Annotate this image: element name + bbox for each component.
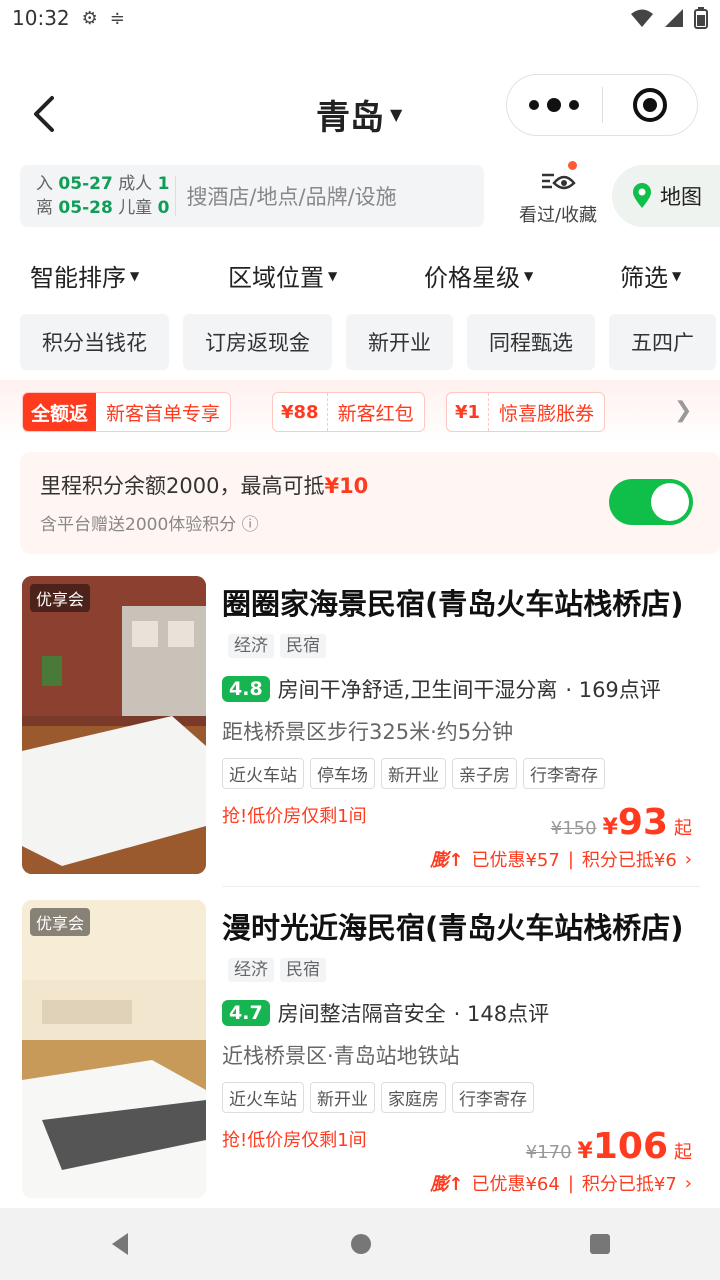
more-button[interactable] — [507, 98, 602, 112]
promo-bar: 全额返 新客首单专享 ¥88 新客红包 ¥1 惊喜膨胀券 ❯ — [0, 380, 720, 442]
promo-full-refund[interactable]: 全额返 新客首单专享 — [22, 392, 232, 432]
caret-down-icon: ▼ — [672, 268, 682, 283]
chip-points[interactable]: 积分当钱花 — [20, 314, 169, 370]
hotel-card[interactable]: 优享会 漫时光近海民宿(青岛火车站栈桥店) 经济 民宿 4.7 房间整洁隔音安全 · 1… — [0, 900, 720, 1220]
chip-new-open[interactable]: 新开业 — [346, 314, 453, 370]
hotel-name: 漫时光近海民宿(青岛火车站栈桥店) — [222, 911, 684, 945]
hotel-distance: 近栈桥景区·青岛站地铁站 — [222, 1044, 460, 1068]
hotel-tag: 民宿 — [280, 634, 326, 658]
sort-filter-bar: 智能排序 ▼ 区域位置 ▼ 价格星级 ▼ 筛选 ▼ — [0, 252, 720, 298]
discount-info[interactable]: 膨↑ 已优惠¥64 | 积分已抵¥7 › — [430, 1170, 692, 1196]
location-pin-icon — [633, 183, 651, 208]
city-selector[interactable]: 青岛 ▼ — [316, 90, 402, 139]
target-icon — [632, 88, 667, 122]
caret-down-icon: ▼ — [130, 268, 140, 283]
promo-surprise-coupon[interactable]: ¥1 惊喜膨胀券 — [446, 392, 606, 432]
points-toggle[interactable] — [609, 479, 693, 525]
hotel-card[interactable]: 优享会 圈圈家海景民宿(青岛火车站栈桥店) 经济 民宿 4.8 房间干净舒适,卫生间干… — [0, 576, 720, 896]
city-name: 青岛 — [316, 98, 384, 138]
sort-smart[interactable]: 智能排序 ▼ — [30, 258, 139, 293]
back-arrow-icon — [34, 96, 54, 132]
chevron-right-icon[interactable]: ❯ — [674, 398, 692, 423]
hotel-rating: 4.8 房间干净舒适,卫生间干湿分离 · 169点评 — [222, 674, 661, 704]
search-box[interactable]: 入 05-27 成人 1 离 05-28 儿童 0 搜酒店/地点/品牌/设施 — [20, 165, 484, 227]
price-block: ¥170 ¥106 起 — [525, 1126, 692, 1167]
close-miniapp-button[interactable] — [603, 88, 698, 122]
status-bar: 10:32 ⚙ ≑ — [0, 0, 720, 36]
chip-wusi-square[interactable]: 五四广 — [609, 314, 716, 370]
date-guest-summary[interactable]: 入 05-27 成人 1 离 05-28 儿童 0 — [36, 172, 169, 220]
battery-icon — [694, 7, 708, 29]
sort-filter[interactable]: 筛选 ▼ — [620, 258, 681, 293]
search-row: 入 05-27 成人 1 离 05-28 儿童 0 搜酒店/地点/品牌/设施 看… — [20, 161, 720, 229]
nav-home-icon[interactable] — [349, 1232, 373, 1256]
hotel-name: 圈圈家海景民宿(青岛火车站栈桥店) — [222, 587, 684, 621]
search-input[interactable]: 搜酒店/地点/品牌/设施 — [186, 181, 396, 211]
hotel-list-page: 10:32 ⚙ ≑ 青岛 ▼ 入 05-27 成人 1 离 05-28 儿童 0… — [0, 0, 720, 1280]
discount-info[interactable]: 膨↑ 已优惠¥57 | 积分已抵¥6 › — [430, 846, 692, 872]
hotel-photo[interactable]: 优享会 — [22, 576, 206, 874]
signal-icon — [665, 9, 683, 27]
chevron-right-icon: › — [684, 1172, 692, 1194]
promo-red-packet[interactable]: ¥88 新客红包 — [272, 392, 425, 432]
caret-down-icon: ▼ — [328, 268, 338, 283]
hotel-distance: 距栈桥景区步行325米·约5分钟 — [222, 720, 514, 744]
miniapp-capsule — [506, 74, 698, 136]
top-header: 青岛 ▼ — [0, 74, 720, 154]
caret-down-icon: ▼ — [390, 105, 403, 124]
nav-recents-icon[interactable] — [588, 1232, 612, 1256]
hotel-tag: 经济 — [228, 958, 274, 982]
notification-dot — [568, 161, 577, 170]
wifi-icon — [631, 9, 653, 27]
chip-selected[interactable]: 同程甄选 — [467, 314, 595, 370]
facility-tags: 近火车站 新开业 家庭房 行李寄存 — [222, 1082, 534, 1113]
map-button[interactable]: 地图 — [612, 165, 720, 227]
facility-tags: 近火车站 停车场 新开业 亲子房 行李寄存 — [222, 758, 605, 789]
settings-icon: ⚙ — [81, 7, 98, 29]
hotel-photo[interactable]: 优享会 — [22, 900, 206, 1198]
sort-area[interactable]: 区域位置 ▼ — [228, 258, 337, 293]
mileage-points-panel: 里程积分余额2000，最高可抵¥10 含平台赠送2000体验积分 ⓘ — [20, 452, 720, 554]
nav-back-icon[interactable] — [108, 1231, 134, 1257]
quick-filter-chips: 积分当钱花 订房返现金 新开业 同程甄选 五四广 — [20, 314, 720, 372]
system-nav-bar — [0, 1208, 720, 1280]
help-icon[interactable]: ⓘ — [242, 515, 259, 535]
sync-icon: ≑ — [109, 7, 125, 29]
hotel-rating: 4.7 房间整洁隔音安全 · 148点评 — [222, 998, 549, 1028]
sort-price-star[interactable]: 价格星级 ▼ — [424, 258, 533, 293]
chip-cashback[interactable]: 订房返现金 — [183, 314, 332, 370]
history-favorites-button[interactable]: 看过/收藏 — [506, 161, 610, 227]
back-button[interactable] — [26, 92, 66, 136]
chevron-right-icon: › — [684, 848, 692, 870]
status-time: 10:32 — [12, 6, 70, 30]
hotel-tag: 民宿 — [280, 958, 326, 982]
hotel-tag: 经济 — [228, 634, 274, 658]
scarcity-note: 抢!低价房仅剩1间 — [222, 1130, 367, 1151]
price-block: ¥150 ¥93 起 — [550, 802, 692, 843]
scarcity-note: 抢!低价房仅剩1间 — [222, 806, 367, 827]
caret-down-icon: ▼ — [524, 268, 534, 283]
